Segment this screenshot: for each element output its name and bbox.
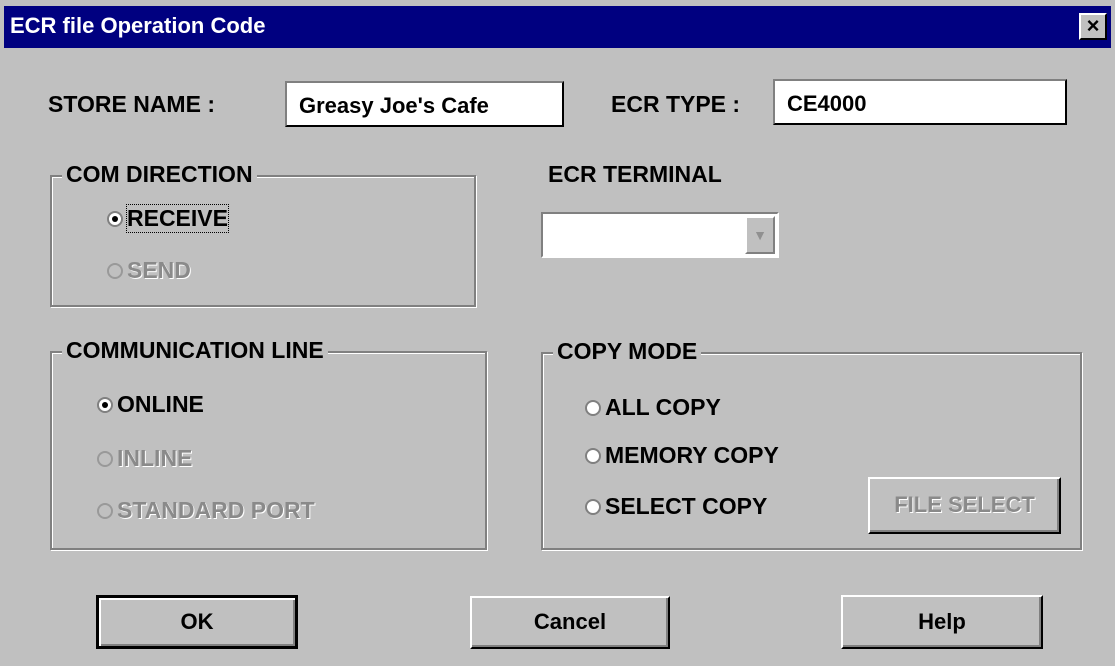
radio-online[interactable]: ONLINE [97,391,204,418]
radio-receive-label: RECEIVE [126,204,229,233]
com-direction-legend: COM DIRECTION [62,161,257,188]
radio-send-label: SEND [127,257,191,283]
store-name-field[interactable]: Greasy Joe's Cafe [285,81,564,127]
radio-checked-icon [97,396,113,413]
window-title: ECR file Operation Code [10,13,266,38]
radio-unchecked-icon [585,498,601,515]
radio-memory-copy-label: MEMORY COPY [605,442,779,468]
close-icon: × [1086,13,1100,38]
cancel-button[interactable]: Cancel [470,596,670,649]
dialog-window: ECR file Operation Code × STORE NAME : G… [0,0,1115,666]
radio-inline-label: INLINE [117,445,193,471]
ecr-terminal-dropdown[interactable]: ▼ [541,212,779,258]
radio-standard-port[interactable]: STANDARD PORT [97,497,315,524]
ecr-type-label: ECR TYPE : [611,91,741,117]
radio-unchecked-icon [97,502,113,519]
radio-receive[interactable]: RECEIVE [107,204,229,233]
help-button[interactable]: Help [841,595,1043,649]
radio-unchecked-icon [107,262,123,279]
radio-select-copy[interactable]: SELECT COPY [585,493,767,520]
radio-checked-icon [107,210,123,227]
communication-line-legend: COMMUNICATION LINE [62,337,328,364]
close-button[interactable]: × [1079,13,1107,40]
radio-all-copy[interactable]: ALL COPY [585,394,721,421]
radio-unchecked-icon [97,450,113,467]
radio-unchecked-icon [585,399,601,416]
radio-unchecked-icon [585,447,601,464]
radio-select-copy-label: SELECT COPY [605,493,768,519]
radio-memory-copy[interactable]: MEMORY COPY [585,442,779,469]
store-name-label: STORE NAME : [48,91,215,117]
ecr-terminal-label: ECR TERMINAL [548,161,722,187]
copy-mode-group: COPY MODE ALL COPY MEMORY COPY SELECT CO… [541,338,1082,550]
radio-send[interactable]: SEND [107,257,191,284]
title-bar[interactable]: ECR file Operation Code × [4,6,1111,48]
radio-online-label: ONLINE [117,391,204,417]
radio-inline[interactable]: INLINE [97,445,192,472]
ok-button[interactable]: OK [96,595,298,649]
radio-all-copy-label: ALL COPY [605,394,721,420]
file-select-button[interactable]: FILE SELECT [868,477,1061,534]
dropdown-button[interactable]: ▼ [745,216,775,254]
communication-line-group: COMMUNICATION LINE ONLINE INLINE STANDAR… [50,337,487,550]
copy-mode-legend: COPY MODE [553,338,702,365]
radio-standard-port-label: STANDARD PORT [117,497,315,523]
com-direction-group: COM DIRECTION RECEIVE SEND [50,161,476,307]
ecr-type-field[interactable]: CE4000 [773,79,1067,125]
chevron-down-icon: ▼ [753,227,767,243]
